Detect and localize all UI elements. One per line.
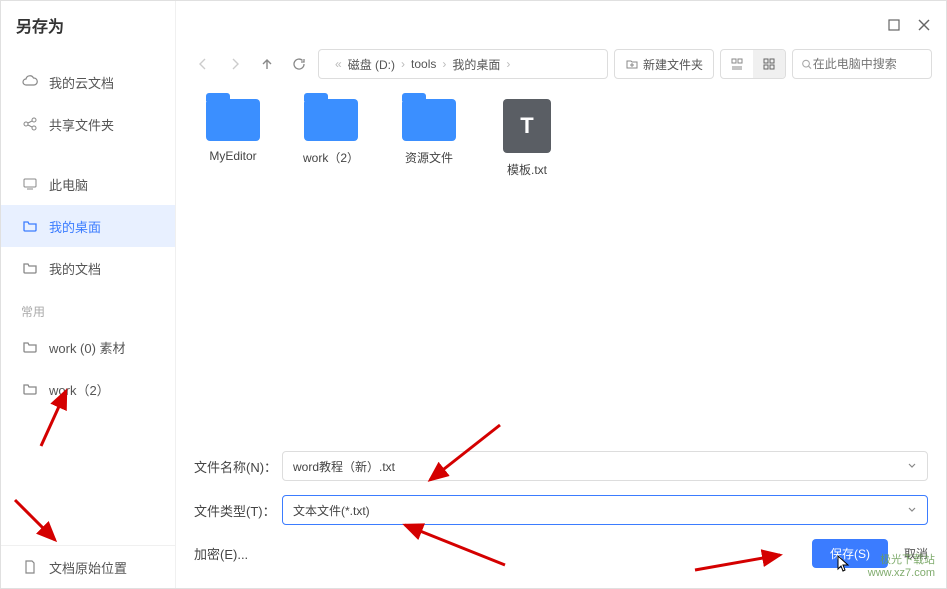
dialog-title: 另存为 — [16, 13, 64, 37]
filetype-value: 文本文件(*.txt) — [293, 502, 370, 519]
search-icon — [801, 58, 813, 71]
txt-icon: T — [503, 99, 551, 153]
view-grid-icon[interactable] — [753, 50, 785, 78]
file-label: 模板.txt — [507, 161, 547, 178]
sidebar-item-desktop[interactable]: 我的桌面 — [1, 205, 175, 247]
breadcrumb-part[interactable]: 磁盘 (D:) — [348, 56, 395, 73]
watermark: 极光下载站 www.xz7.com — [868, 551, 935, 579]
breadcrumb[interactable]: « 磁盘 (D:) › tools › 我的桌面 › — [318, 49, 608, 79]
close-button[interactable] — [917, 18, 931, 32]
cloud-icon — [21, 74, 39, 90]
new-folder-button[interactable]: 新建文件夹 — [614, 49, 714, 79]
search-box[interactable] — [792, 49, 932, 79]
file-item[interactable]: MyEditor — [194, 99, 272, 431]
sidebar-recent-label: 常用 — [1, 289, 175, 326]
chevron-down-icon — [907, 461, 917, 471]
sidebar-item-label: 共享文件夹 — [49, 115, 114, 134]
folder-icon — [21, 339, 39, 355]
view-list-icon[interactable] — [721, 50, 753, 78]
sidebar: 我的云文档 共享文件夹 此电脑 我的桌面 我的文档 常用 work (0) 素材… — [1, 1, 176, 588]
sidebar-item-label: 我的桌面 — [49, 217, 101, 236]
encrypt-link[interactable]: 加密(E)... — [194, 544, 282, 563]
sidebar-item-label: 我的文档 — [49, 259, 101, 278]
share-icon — [21, 116, 39, 132]
sidebar-item-label: work (0) 素材 — [49, 338, 126, 357]
sidebar-original-location[interactable]: 文档原始位置 — [1, 546, 175, 588]
sidebar-item-label: 此电脑 — [49, 175, 88, 194]
file-label: work（2） — [303, 149, 359, 166]
file-item[interactable]: T 模板.txt — [488, 99, 566, 431]
folder-icon — [21, 260, 39, 276]
chevron-down-icon — [907, 505, 917, 515]
sidebar-item-computer[interactable]: 此电脑 — [1, 163, 175, 205]
sidebar-item-label: 我的云文档 — [49, 73, 114, 92]
filename-input-wrap[interactable]: word教程（新）.txt — [282, 451, 928, 481]
document-icon — [21, 559, 39, 575]
sidebar-item-documents[interactable]: 我的文档 — [1, 247, 175, 289]
nav-forward-icon[interactable] — [222, 51, 248, 77]
folder-icon — [21, 381, 39, 397]
sidebar-recent-1[interactable]: work（2） — [1, 368, 175, 410]
folder-icon — [402, 99, 456, 141]
filename-label: 文件名称(N)： — [194, 457, 282, 476]
maximize-button[interactable] — [887, 18, 901, 32]
nav-up-icon[interactable] — [254, 51, 280, 77]
filetype-select[interactable]: 文本文件(*.txt) — [282, 495, 928, 525]
breadcrumb-part[interactable]: tools — [411, 57, 436, 71]
refresh-icon[interactable] — [286, 51, 312, 77]
file-label: MyEditor — [209, 149, 256, 163]
file-grid: MyEditor work（2） 资源文件 T 模板.txt — [176, 89, 946, 441]
file-label: 资源文件 — [405, 149, 453, 166]
folder-icon — [21, 218, 39, 234]
filetype-label: 文件类型(T)： — [194, 501, 282, 520]
nav-back-icon[interactable] — [190, 51, 216, 77]
new-folder-label: 新建文件夹 — [643, 56, 703, 73]
folder-icon — [304, 99, 358, 141]
folder-icon — [206, 99, 260, 141]
sidebar-recent-0[interactable]: work (0) 素材 — [1, 326, 175, 368]
file-item[interactable]: 资源文件 — [390, 99, 468, 431]
sidebar-item-label: 文档原始位置 — [49, 558, 127, 577]
file-item[interactable]: work（2） — [292, 99, 370, 431]
sidebar-item-label: work（2） — [49, 380, 110, 399]
sidebar-item-shared[interactable]: 共享文件夹 — [1, 103, 175, 145]
filename-value: word教程（新）.txt — [293, 458, 395, 475]
breadcrumb-part[interactable]: 我的桌面 — [452, 56, 500, 73]
computer-icon — [21, 176, 39, 192]
search-input[interactable] — [813, 57, 923, 71]
sidebar-item-cloud-docs[interactable]: 我的云文档 — [1, 61, 175, 103]
